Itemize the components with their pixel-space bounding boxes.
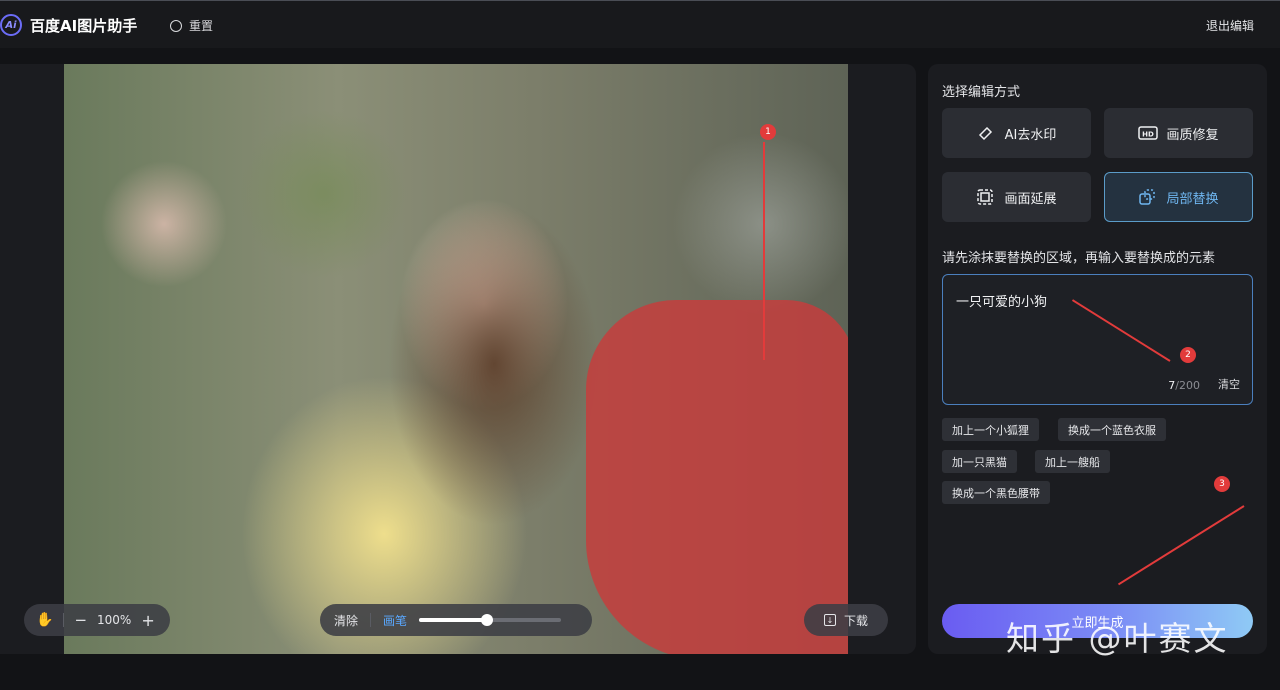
brush-size-slider[interactable] xyxy=(419,614,562,626)
mode-label: 局部替换 xyxy=(1166,191,1219,207)
brush-mask-area xyxy=(586,300,848,654)
reset-label: 重置 xyxy=(189,19,214,33)
suggestion-chip[interactable]: 换成一个黑色腰带 xyxy=(942,481,1050,504)
zoom-level: 100% xyxy=(97,613,132,627)
top-bar: Ai 百度AI图片助手 重置 退出编辑 xyxy=(0,0,1280,48)
replacement-prompt-input[interactable]: 一只可爱的小狗 7/200 清空 xyxy=(942,274,1253,405)
hd-icon: HD xyxy=(1138,124,1159,142)
annotation-marker-1: 1 xyxy=(760,124,776,140)
mode-section-title: 选择编辑方式 xyxy=(942,85,1021,100)
mode-button-remove-watermark[interactable]: AI去水印 xyxy=(942,108,1091,158)
suggestion-chip[interactable]: 换成一个蓝色衣服 xyxy=(1058,418,1166,441)
reset-icon xyxy=(170,19,182,32)
zoom-toolbar: ✋ − 100% + xyxy=(24,604,170,636)
watermark-text: 知乎 @叶赛文 xyxy=(1006,619,1229,658)
mode-button-local-replace[interactable]: 局部替换 xyxy=(1104,172,1253,222)
eraser-icon xyxy=(977,124,995,142)
char-counter: 7/200 xyxy=(1168,379,1200,392)
divider xyxy=(370,613,372,627)
edit-image[interactable] xyxy=(64,64,848,654)
hand-tool-icon[interactable]: ✋ xyxy=(36,612,53,628)
mode-button-extend[interactable]: 画面延展 xyxy=(942,172,1091,222)
reset-button[interactable]: 重置 xyxy=(170,17,213,34)
expand-icon xyxy=(976,188,994,206)
char-limit: /200 xyxy=(1175,379,1200,392)
annotation-marker-3: 3 xyxy=(1214,476,1230,492)
suggestion-chip[interactable]: 加上一个小狐狸 xyxy=(942,418,1039,441)
prompt-value: 一只可爱的小狗 xyxy=(956,295,1048,310)
brush-button[interactable]: 画笔 xyxy=(383,612,407,629)
edit-options-panel: 选择编辑方式 AI去水印 HD 画质修复 画面延展 局部替换 请先涂抹要替换的区… xyxy=(928,64,1267,654)
mode-label: 画面延展 xyxy=(1004,191,1057,207)
mode-button-quality-repair[interactable]: HD 画质修复 xyxy=(1104,108,1253,158)
divider xyxy=(63,613,65,627)
instruction-text: 请先涂抹要替换的区域，再输入要替换成的元素 xyxy=(942,251,1216,266)
app-title: 百度AI图片助手 xyxy=(30,17,138,35)
download-button[interactable]: ↓ 下载 xyxy=(804,604,888,636)
clear-input-button[interactable]: 清空 xyxy=(1218,376,1240,392)
annotation-arrow-1 xyxy=(763,142,765,360)
annotation-marker-2: 2 xyxy=(1180,347,1196,363)
download-icon: ↓ xyxy=(823,614,836,626)
zoom-out-button[interactable]: − xyxy=(74,611,87,629)
suggestion-chip[interactable]: 加上一艘船 xyxy=(1035,450,1110,473)
app-logo-icon: Ai xyxy=(0,14,22,36)
exit-edit-button[interactable]: 退出编辑 xyxy=(1206,17,1254,34)
brush-toolbar: 清除 画笔 xyxy=(320,604,592,636)
download-label: 下载 xyxy=(843,613,868,628)
suggestion-chip[interactable]: 加一只黑猫 xyxy=(942,450,1017,473)
mode-label: AI去水印 xyxy=(1004,127,1057,143)
brush-size-fill xyxy=(419,618,488,622)
svg-text:HD: HD xyxy=(1143,131,1155,139)
zoom-in-button[interactable]: + xyxy=(141,611,154,630)
brush-size-knob[interactable] xyxy=(481,614,494,626)
mode-label: 画质修复 xyxy=(1166,127,1219,143)
replace-icon xyxy=(1138,188,1156,206)
erase-button[interactable]: 清除 xyxy=(334,612,358,629)
